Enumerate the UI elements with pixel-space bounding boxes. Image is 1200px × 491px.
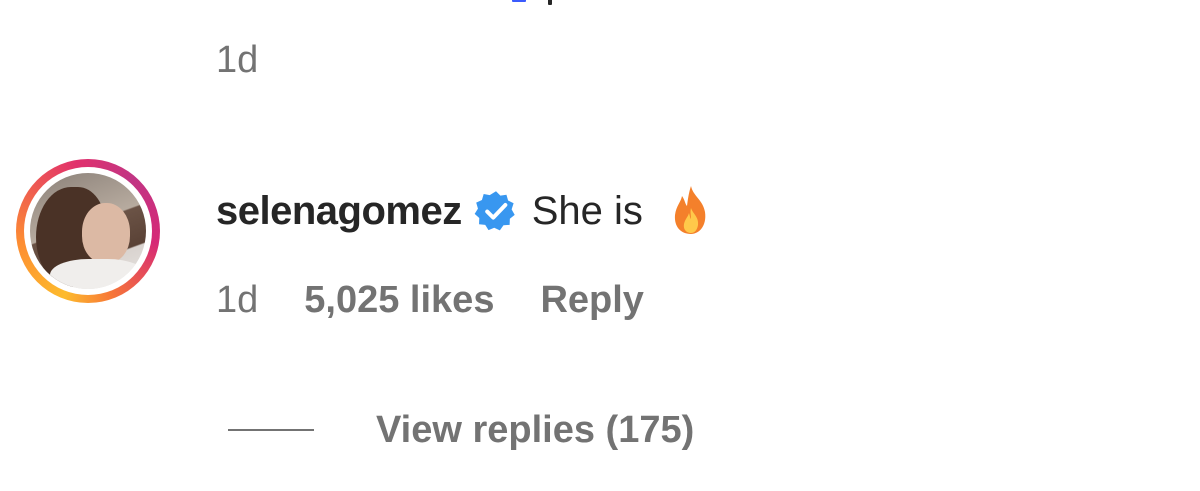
comment-likes-link[interactable]: 5,025 likes (304, 279, 494, 322)
view-replies-row[interactable]: View replies (175) (228, 408, 694, 452)
view-replies-button[interactable]: View replies (175) (376, 409, 694, 452)
comment-text: She is (531, 188, 643, 233)
comment-thread: 1d selenagomez She is 1d 5,025 likes Rep… (0, 0, 1200, 491)
comment-meta: 1d 5,025 likes Reply (216, 278, 644, 322)
verified-badge-icon (474, 189, 518, 233)
reply-button[interactable]: Reply (540, 279, 643, 322)
comment-username[interactable]: selenagomez (216, 189, 462, 234)
previous-comment-remnant (512, 0, 526, 2)
avatar[interactable] (16, 159, 160, 303)
avatar-shirt (50, 259, 146, 289)
previous-comment-remnant-char (548, 0, 552, 5)
fire-emoji-icon (669, 184, 713, 236)
avatar-face (82, 203, 130, 263)
comment-body: selenagomez She is (216, 186, 713, 236)
previous-comment-time: 1d (216, 39, 259, 81)
avatar-photo (30, 173, 146, 289)
replies-divider-line (228, 429, 314, 431)
comment-time[interactable]: 1d (216, 279, 258, 322)
